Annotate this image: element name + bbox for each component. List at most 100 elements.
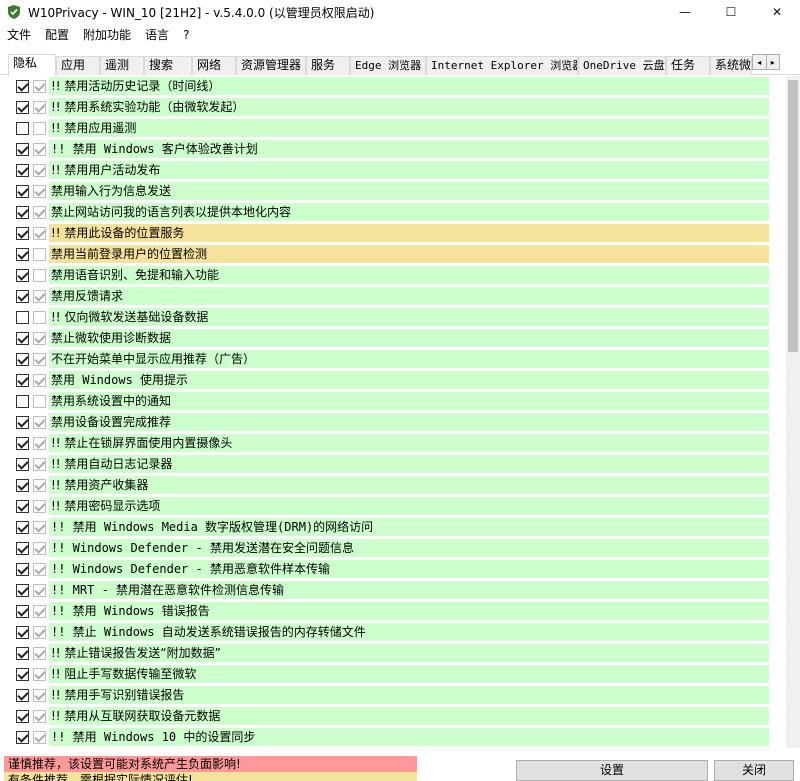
list-item[interactable]: !! MRT - 禁用潜在恶意软件检测信息传输 <box>4 580 786 600</box>
list-item[interactable]: !! 禁用从互联网获取设备元数据 <box>4 706 786 726</box>
apply-settings-button[interactable]: 设置 <box>516 760 708 781</box>
list-item[interactable]: !! 禁用自动日志记录器 <box>4 454 786 474</box>
recommended-checkbox <box>33 710 46 723</box>
list-item[interactable]: !! 禁止 Windows 自动发送系统错误报告的内存转储文件 <box>4 622 786 642</box>
list-item[interactable]: !! 禁用用户活动发布 <box>4 160 786 180</box>
setting-checkbox[interactable] <box>16 332 29 345</box>
maximize-button[interactable]: ☐ <box>708 0 754 24</box>
setting-checkbox[interactable] <box>16 185 29 198</box>
list-item[interactable]: !! 禁用资产收集器 <box>4 475 786 495</box>
menu-extras[interactable]: 附加功能 <box>76 25 138 45</box>
recommended-checkbox <box>33 248 46 261</box>
setting-checkbox[interactable] <box>16 80 29 93</box>
tab-system[interactable]: 系统微 <box>710 56 752 75</box>
recommended-checkbox <box>33 416 46 429</box>
setting-checkbox[interactable] <box>16 164 29 177</box>
setting-checkbox[interactable] <box>16 479 29 492</box>
setting-checkbox[interactable] <box>16 668 29 681</box>
setting-checkbox[interactable] <box>16 626 29 639</box>
setting-checkbox[interactable] <box>16 500 29 513</box>
list-item[interactable]: !! 仅向微软发送基础设备数据 <box>4 307 786 327</box>
list-item[interactable]: !! 阻止手写数据传输至微软 <box>4 664 786 684</box>
tab-telemetry[interactable]: 遥测 <box>100 56 144 75</box>
setting-checkbox[interactable] <box>16 710 29 723</box>
tab-apps[interactable]: 应用 <box>56 56 100 75</box>
tab-scroll-left-icon[interactable]: ◂ <box>753 55 767 69</box>
vertical-scrollbar[interactable] <box>786 76 800 748</box>
list-item[interactable]: !! Windows Defender - 禁用恶意软件样本传输 <box>4 559 786 579</box>
setting-checkbox[interactable] <box>16 101 29 114</box>
setting-label: 禁用设备设置完成推荐 <box>49 413 769 431</box>
setting-checkbox[interactable] <box>16 542 29 555</box>
setting-checkbox[interactable] <box>16 647 29 660</box>
tab-explorer[interactable]: 资源管理器 <box>236 56 306 75</box>
scrollbar-thumb[interactable] <box>788 80 798 352</box>
list-item[interactable]: 禁止网站访问我的语言列表以提供本地化内容 <box>4 202 786 222</box>
tab-internet-explorer[interactable]: Internet Explorer 浏览器 <box>426 56 578 75</box>
list-item[interactable]: 禁用输入行为信息发送 <box>4 181 786 201</box>
list-item[interactable]: 禁用反馈请求 <box>4 286 786 306</box>
list-item[interactable]: 禁用设备设置完成推荐 <box>4 412 786 432</box>
setting-checkbox[interactable] <box>16 290 29 303</box>
setting-checkbox[interactable] <box>16 731 29 744</box>
setting-checkbox[interactable] <box>16 689 29 702</box>
setting-checkbox[interactable] <box>16 563 29 576</box>
recommended-checkbox <box>33 332 46 345</box>
list-item[interactable]: !! 禁用 Windows 10 中的设置同步 <box>4 727 786 747</box>
setting-checkbox[interactable] <box>16 227 29 240</box>
menu-help[interactable]: ? <box>176 25 196 45</box>
list-item[interactable]: 禁用当前登录用户的位置检测 <box>4 244 786 264</box>
list-item[interactable]: !! 禁止在锁屏界面使用内置摄像头 <box>4 433 786 453</box>
close-button[interactable]: 关闭 <box>714 760 794 781</box>
setting-label: 禁用反馈请求 <box>49 287 769 305</box>
list-item[interactable]: !! 禁用活动历史记录（时间线） <box>4 76 786 96</box>
list-item[interactable]: !! 禁用 Windows 客户体验改善计划 <box>4 139 786 159</box>
setting-checkbox[interactable] <box>16 521 29 534</box>
setting-checkbox[interactable] <box>16 605 29 618</box>
close-window-button[interactable]: ✕ <box>754 0 800 24</box>
setting-checkbox[interactable] <box>16 437 29 450</box>
recommended-checkbox <box>33 668 46 681</box>
setting-checkbox[interactable] <box>16 206 29 219</box>
tab-network[interactable]: 网络 <box>192 56 236 75</box>
list-item[interactable]: !! 禁止错误报告发送“附加数据” <box>4 643 786 663</box>
list-item[interactable]: !! 禁用系统实验功能（由微软发起） <box>4 97 786 117</box>
tab-scroll-right-icon[interactable]: ▸ <box>767 55 780 69</box>
setting-checkbox[interactable] <box>16 269 29 282</box>
setting-checkbox[interactable] <box>16 458 29 471</box>
list-item[interactable]: !! Windows Defender - 禁用发送潜在安全问题信息 <box>4 538 786 558</box>
list-item[interactable]: !! 禁用 Windows Media 数字版权管理(DRM)的网络访问 <box>4 517 786 537</box>
tab-services[interactable]: 服务 <box>306 56 350 75</box>
recommended-checkbox <box>33 500 46 513</box>
setting-checkbox[interactable] <box>16 584 29 597</box>
setting-checkbox[interactable] <box>16 122 29 135</box>
list-item[interactable]: 禁用 Windows 使用提示 <box>4 370 786 390</box>
setting-checkbox[interactable] <box>16 353 29 366</box>
menu-file[interactable]: 文件 <box>0 25 38 45</box>
setting-checkbox[interactable] <box>16 248 29 261</box>
setting-checkbox[interactable] <box>16 395 29 408</box>
tab-search[interactable]: 搜索 <box>144 56 192 75</box>
list-item[interactable]: !! 禁用手写识别错误报告 <box>4 685 786 705</box>
recommended-checkbox <box>33 437 46 450</box>
list-item[interactable]: !! 禁用 Windows 错误报告 <box>4 601 786 621</box>
tab-privacy[interactable]: 隐私 <box>8 54 56 76</box>
minimize-button[interactable]: — <box>662 0 708 24</box>
list-item[interactable]: !! 禁用此设备的位置服务 <box>4 223 786 243</box>
setting-checkbox[interactable] <box>16 311 29 324</box>
setting-checkbox[interactable] <box>16 416 29 429</box>
list-item[interactable]: !! 禁用应用遥测 <box>4 118 786 138</box>
list-item[interactable]: !! 禁用密码显示选项 <box>4 496 786 516</box>
tab-tasks[interactable]: 任务 <box>666 56 710 75</box>
tab-edge[interactable]: Edge 浏览器 <box>350 56 426 75</box>
menu-language[interactable]: 语言 <box>138 25 176 45</box>
tab-onedrive[interactable]: OneDrive 云盘 <box>578 56 666 75</box>
list-item[interactable]: 禁用语音识别、免提和输入功能 <box>4 265 786 285</box>
menu-config[interactable]: 配置 <box>38 25 76 45</box>
list-item[interactable]: 禁用系统设置中的通知 <box>4 391 786 411</box>
setting-label: !! 禁用资产收集器 <box>49 476 769 494</box>
setting-checkbox[interactable] <box>16 143 29 156</box>
list-item[interactable]: 不在开始菜单中显示应用推荐（广告） <box>4 349 786 369</box>
list-item[interactable]: 禁止微软使用诊断数据 <box>4 328 786 348</box>
setting-checkbox[interactable] <box>16 374 29 387</box>
